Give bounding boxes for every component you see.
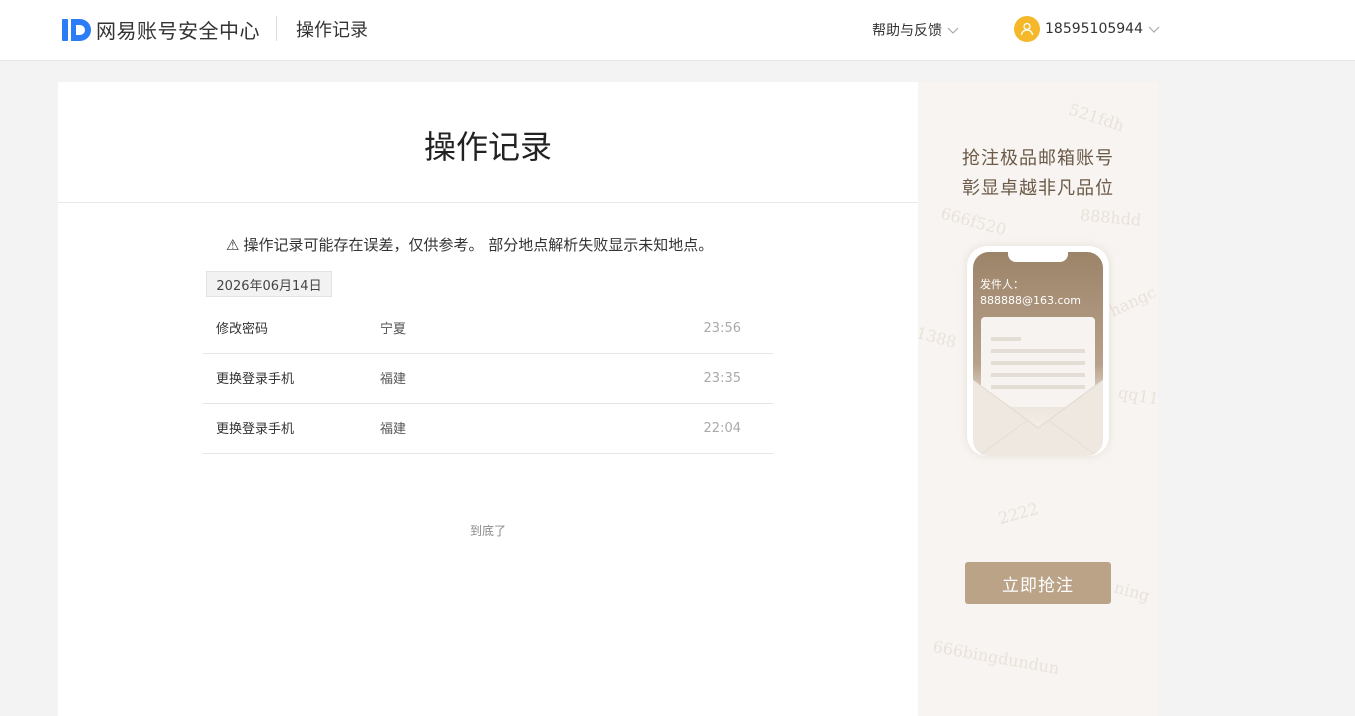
phone-notch	[1008, 252, 1068, 262]
record-time: 23:35	[703, 371, 741, 386]
record-action: 修改密码	[216, 322, 269, 337]
record-location: 福建	[380, 372, 407, 387]
user-phone: 18595105944	[1045, 21, 1143, 37]
avatar	[1014, 16, 1040, 42]
chevron-down-icon	[1148, 26, 1160, 33]
record-location: 宁夏	[380, 322, 407, 337]
user-icon	[1020, 22, 1034, 36]
page-title: 操作记录	[423, 128, 552, 166]
record-action: 更换登录手机	[216, 422, 295, 437]
letter-line	[991, 361, 1085, 365]
phone-mockup: 发件人： 888888@163.com	[967, 246, 1109, 456]
ad-watermark-text: 2222	[996, 499, 1041, 528]
premium-email-ad[interactable]: 521fdh 666f520 888hdd 1388 2222 hangc ni…	[918, 82, 1158, 716]
record-time: 22:04	[703, 421, 741, 436]
operation-records-panel: 操作记录 ⚠ 操作记录可能存在误差，仅供参考。 部分地点解析失败显示未知地点。 …	[58, 82, 918, 716]
sender-label: 发件人：	[980, 278, 1024, 291]
help-feedback-label: 帮助与反馈	[872, 23, 942, 39]
warning-icon: ⚠	[226, 235, 240, 254]
record-row: 更换登录手机 福建 23:35	[203, 354, 773, 404]
register-now-button[interactable]: 立即抢注	[965, 562, 1111, 604]
letter-line	[991, 337, 1021, 341]
record-time: 23:56	[703, 321, 741, 336]
ad-watermark-text: 666f520	[938, 203, 1009, 240]
ad-watermark-text: qq1111	[1116, 382, 1158, 413]
end-of-list-text: 到底了	[469, 524, 506, 538]
header-section-title: 操作记录	[296, 20, 368, 41]
ad-watermark-text: 666bingdundun	[931, 637, 1061, 678]
record-row: 修改密码 宁夏 23:56	[203, 304, 773, 354]
records-list: 修改密码 宁夏 23:56 更换登录手机 福建 23:35 更换登录手机 福建 …	[203, 304, 773, 454]
envelope-icon	[973, 379, 1103, 456]
top-header: 网易账号安全中心 操作记录 帮助与反馈 18595105944	[0, 0, 1355, 61]
letter-line	[991, 349, 1085, 353]
record-action: 更换登录手机	[216, 372, 295, 387]
records-notice: ⚠ 操作记录可能存在误差，仅供参考。 部分地点解析失败显示未知地点。	[226, 234, 713, 255]
chevron-down-icon	[947, 27, 959, 34]
date-tag: 2026年06月14日	[206, 271, 332, 297]
ad-watermark-text: 521fdh	[1066, 99, 1127, 136]
ad-watermark-text: hangc	[1106, 282, 1158, 321]
sender-email: 888888@163.com	[980, 294, 1081, 307]
netease-id-logo-icon	[62, 18, 91, 41]
ad-slogan-line: 彰显卓越非凡品位	[962, 178, 1114, 199]
title-divider	[58, 202, 918, 203]
ad-watermark-text: 1388	[918, 323, 959, 352]
brand-name: 网易账号安全中心	[96, 19, 260, 43]
ad-watermark-text: ning	[1112, 577, 1152, 606]
ad-slogan-line: 抢注极品邮箱账号	[962, 148, 1114, 169]
brand-logo[interactable]: 网易账号安全中心	[62, 15, 260, 44]
help-feedback-menu[interactable]: 帮助与反馈	[872, 20, 959, 40]
notice-text: 操作记录可能存在误差，仅供参考。 部分地点解析失败显示未知地点。	[243, 236, 714, 254]
ad-watermark-text: 888hdd	[1079, 205, 1143, 230]
record-location: 福建	[380, 422, 407, 437]
phone-screen: 发件人： 888888@163.com	[973, 252, 1103, 456]
ad-slogan: 抢注极品邮箱账号 彰显卓越非凡品位	[918, 144, 1158, 204]
record-row: 更换登录手机 福建 22:04	[203, 404, 773, 454]
user-menu[interactable]: 18595105944	[1014, 16, 1160, 42]
header-divider	[276, 16, 277, 41]
